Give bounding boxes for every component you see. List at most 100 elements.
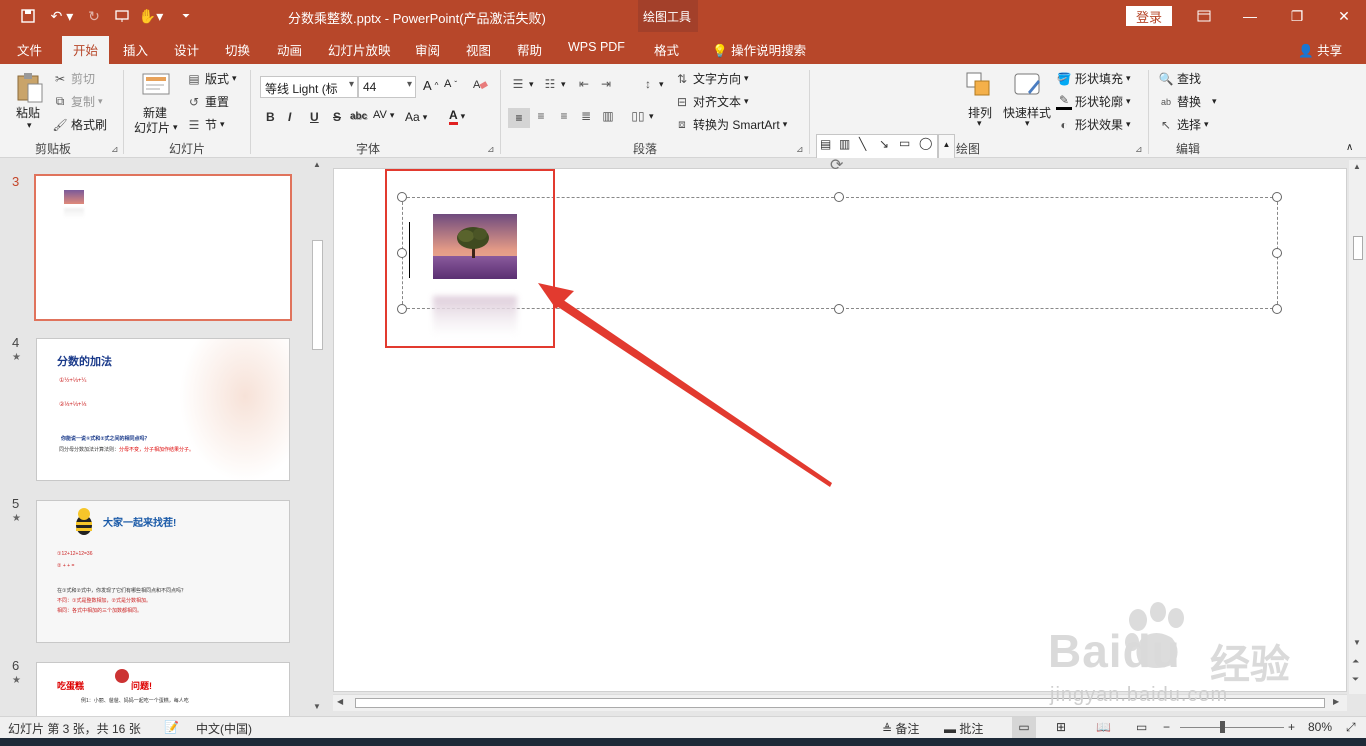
tab-animations[interactable]: 动画 xyxy=(277,40,302,59)
cut-button[interactable]: ✂ 剪切 xyxy=(52,70,95,87)
scroll-down-icon[interactable]: ▼ xyxy=(1353,638,1361,647)
zoom-out-icon[interactable]: − xyxy=(1163,720,1170,734)
shape-fill-button[interactable]: 🪣 形状填充 ▾ xyxy=(1056,70,1131,87)
slide-thumbnail-4[interactable]: 分数的加法 ①½+⅓+¼ ②⅓+⅓+⅓ 你能说一说①式和②式之间的相同点吗？ 同… xyxy=(36,338,290,481)
minimize-icon[interactable]: — xyxy=(1236,4,1264,28)
quick-styles-dropdown-icon[interactable]: ▾ xyxy=(1025,118,1030,129)
editor-vertical-scrollbar[interactable]: ▲ ▼ ⏶ ⏷ xyxy=(1349,160,1366,694)
textbox-shape-icon[interactable]: ▤ xyxy=(820,137,831,151)
close-icon[interactable]: ✕ xyxy=(1330,4,1358,28)
thumbnail-pane-scrollbar[interactable]: ▲ ▼ xyxy=(310,158,324,716)
quick-styles-icon[interactable] xyxy=(1012,70,1044,104)
character-spacing-button[interactable]: AV ▾ xyxy=(373,109,394,121)
reset-button[interactable]: ↺ 重置 xyxy=(186,93,229,110)
strikethrough-button[interactable]: S xyxy=(333,110,341,124)
resize-handle[interactable] xyxy=(1272,248,1282,258)
comments-button[interactable]: ▬ 批注 xyxy=(944,720,983,737)
line-spacing-button[interactable]: ↕ ▾ xyxy=(640,76,664,92)
format-painter-button[interactable]: 🖌 格式刷 xyxy=(52,116,107,133)
restore-icon[interactable]: ❐ xyxy=(1283,4,1311,28)
align-text-button[interactable]: ⊟ 对齐文本 ▾ xyxy=(674,93,749,110)
smartart-button[interactable]: ⧈ 转换为 SmartArt ▾ xyxy=(674,116,787,133)
notes-button[interactable]: ≜ 备注 xyxy=(882,720,919,737)
numbering-button[interactable]: ☷ ▾ xyxy=(542,76,566,92)
reading-view-icon[interactable]: 📖 xyxy=(1096,720,1111,734)
scroll-left-icon[interactable]: ◀ xyxy=(337,697,343,706)
decrease-font-icon[interactable]: Aˇ xyxy=(444,78,457,90)
zoom-slider[interactable] xyxy=(1180,727,1284,728)
slide-sorter-icon[interactable]: ⊞ xyxy=(1056,720,1066,734)
resize-handle[interactable] xyxy=(1272,304,1282,314)
scroll-up-icon[interactable]: ▲ xyxy=(1353,162,1361,171)
clipboard-launcher-icon[interactable]: ⊿ xyxy=(111,144,119,155)
increase-font-icon[interactable]: A ^ xyxy=(423,78,438,93)
touch-mode-icon[interactable]: ✋▾ xyxy=(138,6,164,26)
slideshow-view-icon[interactable]: ▭ xyxy=(1136,720,1147,734)
collapse-ribbon-icon[interactable]: ∧ xyxy=(1346,142,1353,153)
new-slide-dropdown[interactable]: 幻灯片 ▾ xyxy=(134,119,178,136)
rotate-handle-icon[interactable]: ⟳ xyxy=(830,155,843,175)
justify-icon[interactable]: ≣ xyxy=(578,108,594,124)
tab-transitions[interactable]: 切换 xyxy=(225,40,250,59)
scroll-down-icon[interactable]: ▼ xyxy=(313,702,321,711)
share-button[interactable]: 👤 共享 xyxy=(1298,40,1342,59)
paragraph-launcher-icon[interactable]: ⊿ xyxy=(796,144,804,155)
language-indicator[interactable]: 中文(中国) xyxy=(196,720,252,737)
scroll-right-icon[interactable]: ▶ xyxy=(1333,697,1339,706)
decrease-indent-icon[interactable]: ⇤ xyxy=(576,76,592,92)
login-button[interactable]: 登录 xyxy=(1126,6,1172,26)
zoom-in-icon[interactable]: + xyxy=(1288,720,1295,734)
select-button[interactable]: ↖ 选择 ▾ xyxy=(1158,116,1209,133)
next-slide-icon[interactable]: ⏷ xyxy=(1352,674,1359,685)
normal-view-icon[interactable]: ▭ xyxy=(1012,717,1036,738)
save-icon[interactable] xyxy=(18,6,38,26)
paste-dropdown-icon[interactable]: ▾ xyxy=(27,120,32,131)
ribbon-display-options-icon[interactable] xyxy=(1190,4,1218,28)
zoom-level[interactable]: 80% xyxy=(1308,720,1332,734)
start-from-beginning-icon[interactable] xyxy=(112,6,132,26)
align-right-icon[interactable]: ≡ xyxy=(556,108,572,124)
section-button[interactable]: ☰ 节 ▾ xyxy=(186,116,225,133)
align-left-icon[interactable]: ≡ xyxy=(508,108,530,128)
tab-help[interactable]: 帮助 xyxy=(517,40,542,59)
replace-button[interactable]: ab 替换 ▾ xyxy=(1158,93,1217,110)
previous-slide-icon[interactable]: ⏶ xyxy=(1352,656,1359,667)
underline-button[interactable]: U xyxy=(310,110,319,124)
increase-indent-icon[interactable]: ⇥ xyxy=(598,76,614,92)
font-size-combo[interactable]: 44 ▾ xyxy=(358,76,416,98)
tab-review[interactable]: 审阅 xyxy=(415,40,440,59)
spelling-check-icon[interactable]: 📝 xyxy=(164,720,179,734)
shadow-button[interactable]: abc xyxy=(350,111,367,122)
clear-formatting-icon[interactable]: A xyxy=(472,76,488,92)
arrange-dropdown-icon[interactable]: ▾ xyxy=(977,118,982,129)
rectangle-shape-icon[interactable]: ▭ xyxy=(899,136,910,150)
oval-shape-icon[interactable]: ◯ xyxy=(919,136,932,150)
tab-home[interactable]: 开始 xyxy=(62,36,110,67)
drawing-launcher-icon[interactable]: ⊿ xyxy=(1135,144,1143,155)
scrollbar-thumb[interactable] xyxy=(312,240,323,350)
italic-button[interactable]: I xyxy=(288,110,291,124)
resize-handle[interactable] xyxy=(834,192,844,202)
redo-icon[interactable]: ↻ xyxy=(84,6,104,26)
tab-file[interactable]: 文件 xyxy=(17,40,42,59)
resize-handle[interactable] xyxy=(1272,192,1282,202)
zoom-slider-thumb[interactable] xyxy=(1220,721,1225,733)
tell-me-search[interactable]: 💡 操作说明搜索 xyxy=(712,40,806,59)
paste-icon[interactable] xyxy=(14,70,46,104)
tab-view[interactable]: 视图 xyxy=(466,40,491,59)
tab-format[interactable]: 格式 xyxy=(644,36,689,67)
layout-button[interactable]: ▤ 版式 ▾ xyxy=(186,70,236,87)
slide-thumbnail-3[interactable] xyxy=(34,174,292,321)
text-direction-button[interactable]: ⇅ 文字方向 ▾ xyxy=(674,70,749,87)
copy-button[interactable]: ⧉ 复制 ▾ xyxy=(52,93,103,110)
tab-design[interactable]: 设计 xyxy=(174,40,199,59)
font-launcher-icon[interactable]: ⊿ xyxy=(487,144,495,155)
align-center-icon[interactable]: ≡ xyxy=(533,108,549,124)
distributed-icon[interactable]: ▥ xyxy=(600,108,616,124)
slide-thumbnail-5[interactable]: 大家一起来找茬! ①12+12+12=36 ② + + = 在①式和②式中，你发… xyxy=(36,500,290,643)
scroll-up-icon[interactable]: ▲ xyxy=(313,160,321,169)
tab-slideshow[interactable]: 幻灯片放映 xyxy=(328,40,391,59)
scrollbar-thumb[interactable] xyxy=(1353,236,1363,260)
bullets-button[interactable]: ☰ ▾ xyxy=(510,76,534,92)
customize-qat-icon[interactable]: ⏷ xyxy=(176,6,196,26)
